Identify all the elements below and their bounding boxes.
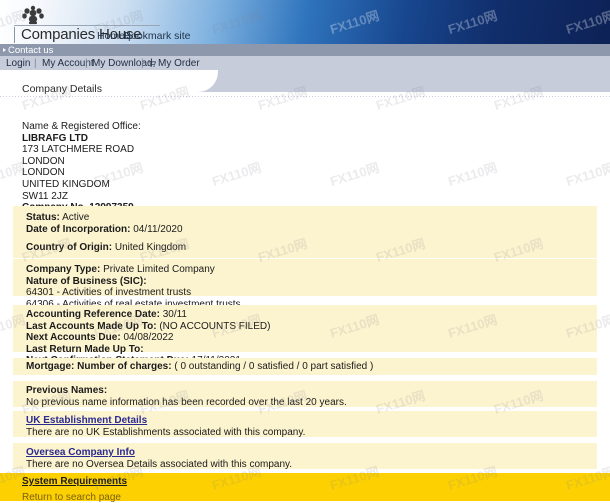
header-link-bookmark-site[interactable]: Bookmark site [124,30,191,42]
oversea-company-panel: Oversea Company Info There are no Overse… [13,443,597,470]
mortgage-label: Mortgage: Number of charges: [26,361,172,372]
system-requirements-link[interactable]: System Requirements [22,476,127,487]
sic-code: 64301 - Activities of investment trusts [26,287,192,299]
oversea-company-body: There are no Oversea Details associated … [26,458,293,470]
origin-row: Country of Origin: United Kingdom [13,238,597,254]
mortgage-value: ( 0 outstanding / 0 satisfied / 0 part s… [174,361,374,372]
status-value: Active [62,212,90,223]
next-accounts-value: 04/08/2022 [123,332,174,344]
contact-arrow-icon [3,48,6,52]
accounting-reference-date-row: Accounting Reference Date: 30/11 [13,305,597,321]
next-accounts-label: Next Accounts Due: [26,332,121,344]
uk-establishment-body: There are no UK Establishments associate… [26,426,306,438]
previous-names-heading: Previous Names: [26,385,108,396]
last-return-label: Last Return Made Up To: [26,343,144,355]
accounts-panel: Accounting Reference Date: 30/11 Last Ac… [13,305,597,366]
mortgage-panel: Mortgage: Number of charges: ( 0 outstan… [13,358,597,375]
uk-establishment-details-link[interactable]: UK Establishment Details [26,415,147,426]
origin-value: United Kingdom [114,242,187,253]
watermark-text: FX110网 [328,159,381,190]
watermark-text: FX110网 [564,159,610,190]
name-registered-office-label: Name & Registered Office: [22,121,141,132]
last-accounts-value: (NO ACCOUNTS FILED) [159,320,271,332]
company-name: LIBRAFG LTD [22,132,88,144]
return-to-search-page-link[interactable]: Return to search page [22,492,121,503]
site-header: Companies House Home | Bookmark site [0,0,610,44]
address-line: LONDON [22,167,65,179]
last-return-row: Last Return Made Up To: [13,344,597,356]
address-line: LONDON [22,155,65,167]
royal-crest-icon [22,5,44,25]
uk-establishment-panel: UK Establishment Details There are no UK… [13,411,597,438]
separator: | [34,58,37,69]
status-row: Status: Active [13,206,597,224]
company-type-label: Company Type: [26,264,101,275]
login-link[interactable]: Login [6,58,30,69]
next-accounts-row: Next Accounts Due: 04/08/2022 [13,332,597,344]
incorporation-value: 04/11/2020 [133,223,183,235]
separator: | [141,58,144,69]
country-of-origin-panel: Country of Origin: United Kingdom [13,238,597,258]
address-line: 173 LATCHMERE ROAD [22,144,135,156]
contact-bar [0,44,610,56]
registered-office-block: Name & Registered Office: LIBRAFG LTD 17… [22,121,322,214]
status-label: Status: [26,212,60,223]
last-accounts-label: Last Accounts Made Up To: [26,320,157,332]
address-line: UNITED KINGDOM [22,178,110,190]
incorporation-row: Date of Incorporation: 04/11/2020 [13,224,597,236]
company-type-row: Company Type: Private Limited Company [13,259,597,276]
mortgage-row: Mortgage: Number of charges: ( 0 outstan… [13,358,597,373]
origin-label: Country of Origin: [26,242,113,253]
shopping-cart-icon [148,60,156,67]
incorporation-label: Date of Incorporation: [26,223,131,235]
watermark-text: FX110网 [446,159,499,190]
separator: | [85,58,88,69]
last-accounts-row: Last Accounts Made Up To: (NO ACCOUNTS F… [13,321,597,333]
previous-names-body: No previous name information has been re… [26,396,347,408]
company-type-value: Private Limited Company [103,264,215,275]
status-panel: Status: Active Date of Incorporation: 04… [13,206,597,238]
accounting-reference-date-value: 30/11 [162,309,187,320]
address-postcode: SW11 2JZ [22,190,68,202]
my-order-link[interactable]: My Order [158,58,200,69]
dotted-divider [0,96,610,97]
previous-names-panel: Previous Names: No previous name informa… [13,381,597,408]
page-title: Company Details [22,83,102,95]
accounting-reference-date-label: Accounting Reference Date: [26,309,160,320]
oversea-company-info-link[interactable]: Oversea Company Info [26,447,135,458]
contact-us-link[interactable]: Contact us [8,45,53,56]
company-type-panel: Company Type: Private Limited Company Na… [13,259,597,310]
sic-label: Nature of Business (SIC): [26,275,147,287]
